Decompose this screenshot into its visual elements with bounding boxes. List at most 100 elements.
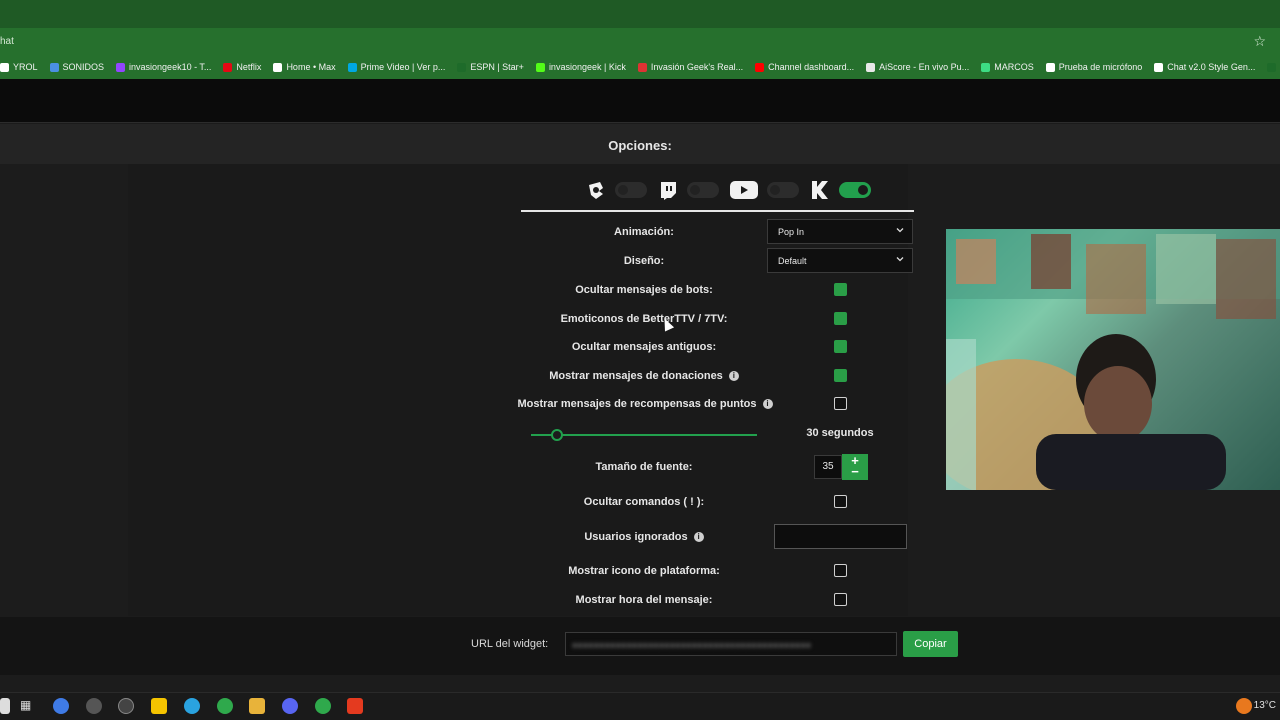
bookmark-item[interactable]: invasiongeek | Kick [535, 62, 626, 72]
address-bar[interactable]: hat ☆ [0, 28, 1280, 55]
bookmark-label: Home • Max [286, 62, 336, 72]
hide-bots-checkbox[interactable] [834, 283, 847, 296]
message-time-label: Mostrar hora del mensaje: [575, 594, 713, 606]
obs-icon[interactable] [118, 698, 134, 714]
bookmark-favicon-icon [273, 62, 283, 72]
ignored-users-label: Usuarios ignorados [584, 531, 688, 543]
bookmark-favicon-icon [535, 62, 545, 72]
browser-titlebar [0, 0, 1280, 28]
bookmark-item[interactable]: Cuttly | Acortador d... [1267, 62, 1280, 72]
kick-icon[interactable] [809, 179, 831, 201]
animation-select[interactable]: Pop In [767, 219, 913, 244]
twitch-toggle[interactable] [687, 182, 719, 198]
bttv-emotes-label: Emoticonos de BetterTTV / 7TV: [560, 313, 728, 325]
bttv-emotes-checkbox[interactable] [834, 312, 847, 325]
bookmark-label: Chat v2.0 Style Gen... [1167, 62, 1256, 72]
message-duration-value: 30 segundos [806, 427, 874, 439]
bookmark-favicon-icon [637, 62, 647, 72]
chrome-icon[interactable] [217, 698, 233, 714]
youtube-toggle[interactable] [767, 182, 799, 198]
options-title: Opciones: [608, 138, 672, 153]
bookmark-item[interactable]: SONIDOS [49, 62, 104, 72]
bookmark-item[interactable]: Home • Max [273, 62, 336, 72]
file-explorer-icon[interactable] [249, 698, 265, 714]
bookmark-label: YROL [13, 62, 38, 72]
bookmark-item[interactable]: invasiongeek10 - T... [116, 62, 211, 72]
start-icon[interactable] [0, 698, 10, 714]
discord-icon[interactable] [282, 698, 298, 714]
copilot-icon[interactable] [53, 698, 69, 714]
rewards-row-label: Mostrar mensajes de recompensas de punto… [500, 398, 790, 410]
chevron-down-icon [896, 228, 904, 233]
platform-toggles [585, 178, 881, 202]
bookmark-item[interactable]: Chat v2.0 Style Gen... [1154, 62, 1255, 72]
bookmark-label: Prueba de micrófono [1058, 62, 1143, 72]
hide-bots-label: Ocultar mensajes de bots: [575, 284, 713, 296]
bookmark-star-icon[interactable]: ☆ [1253, 33, 1266, 50]
donations-row-label: Mostrar mensajes de donaciones i [514, 370, 774, 382]
chevron-down-icon [896, 257, 904, 262]
bookmark-label: Invasión Geek's Real... [650, 62, 744, 72]
kick-toggle[interactable] [839, 182, 871, 198]
app-icon[interactable] [86, 698, 102, 714]
telegram-icon[interactable] [184, 698, 200, 714]
bookmark-favicon-icon [1267, 62, 1277, 72]
rumble-toggle[interactable] [615, 182, 647, 198]
bookmark-favicon-icon [755, 62, 765, 72]
bookmark-item[interactable]: Channel dashboard... [755, 62, 854, 72]
bookmark-favicon-icon [49, 62, 59, 72]
bookmark-favicon-icon [0, 62, 9, 72]
copy-button[interactable]: Copiar [903, 631, 958, 657]
hide-old-messages-checkbox[interactable] [834, 340, 847, 353]
temperature-text: 13°C [1253, 700, 1276, 711]
bookmark-item[interactable]: Netflix [223, 62, 261, 72]
font-size-stepper[interactable]: + − [842, 454, 868, 480]
widget-url-label: URL del widget: [471, 638, 549, 650]
brave-icon[interactable] [347, 698, 363, 714]
bookmark-item[interactable]: Invasión Geek's Real... [637, 62, 744, 72]
task-view-icon[interactable]: ▦ [20, 698, 36, 714]
message-duration-slider-thumb[interactable] [551, 429, 563, 441]
donations-label: Mostrar mensajes de donaciones [549, 370, 723, 382]
url-text[interactable]: hat [0, 36, 14, 47]
font-size-input[interactable]: 35 [814, 455, 842, 479]
platform-icon-checkbox[interactable] [834, 564, 847, 577]
message-duration-slider-track[interactable] [531, 434, 757, 436]
bookmark-favicon-icon [981, 62, 991, 72]
widget-url-field[interactable]: ●●●●●●●●●●●●●●●●●●●●●●●●●●●●●●●●●●●●●●●●… [565, 632, 897, 656]
minus-icon[interactable]: − [842, 465, 868, 478]
animation-value: Pop In [778, 227, 805, 237]
youtube-icon[interactable] [729, 179, 759, 201]
bookmark-item[interactable]: Prueba de micrófono [1045, 62, 1143, 72]
info-icon[interactable]: i [693, 532, 704, 543]
bookmark-item[interactable]: AiScore - En vivo Pu... [866, 62, 969, 72]
bookmark-label: MARCOS [994, 62, 1034, 72]
bookmark-favicon-icon [457, 62, 467, 72]
widget-url-blurred: ●●●●●●●●●●●●●●●●●●●●●●●●●●●●●●●●●●●●●●●●… [572, 640, 812, 650]
bookmark-item[interactable]: MARCOS [981, 62, 1034, 72]
rumble-icon[interactable] [585, 179, 607, 201]
info-icon[interactable]: i [728, 371, 739, 382]
bookmark-item[interactable]: YROL [0, 62, 38, 72]
bookmark-label: ESPN | Star+ [470, 62, 524, 72]
info-icon[interactable]: i [762, 399, 773, 410]
chrome-profile-icon[interactable] [315, 698, 331, 714]
design-value: Default [778, 256, 807, 266]
donations-checkbox[interactable] [834, 369, 847, 382]
weather-icon [1236, 698, 1252, 714]
ignored-users-input[interactable] [774, 524, 907, 549]
bookmark-item[interactable]: Prime Video | Ver p... [347, 62, 445, 72]
design-select[interactable]: Default [767, 248, 913, 273]
bookmark-label: Channel dashboard... [768, 62, 855, 72]
bookmark-favicon-icon [347, 62, 357, 72]
bookmark-item[interactable]: ESPN | Star+ [457, 62, 524, 72]
bookmark-label: invasiongeek | Kick [548, 62, 626, 72]
sticky-notes-icon[interactable] [151, 698, 167, 714]
rewards-checkbox[interactable] [834, 397, 847, 410]
hide-commands-checkbox[interactable] [834, 495, 847, 508]
page-header [0, 79, 1280, 123]
message-time-checkbox[interactable] [834, 593, 847, 606]
bookmark-favicon-icon [116, 62, 126, 72]
bookmark-label: Netflix [236, 62, 262, 72]
twitch-icon[interactable] [657, 179, 679, 201]
